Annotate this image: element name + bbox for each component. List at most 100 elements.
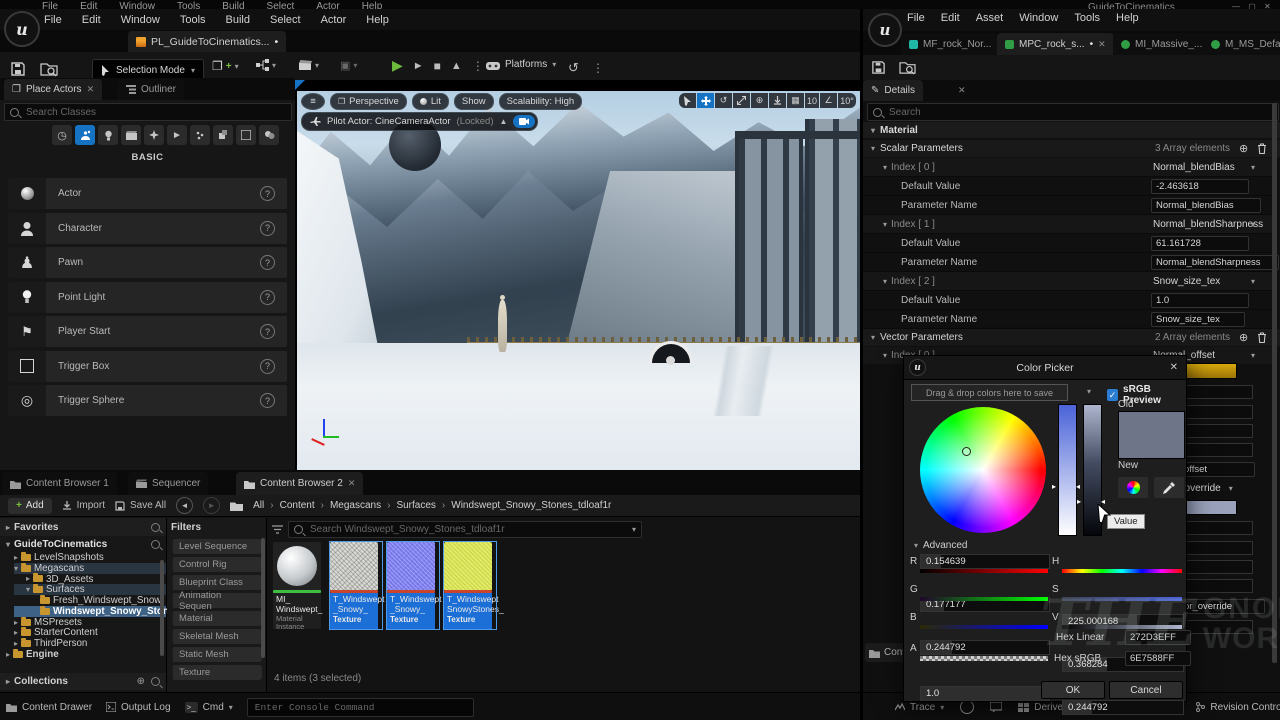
tree-item-levelsnapshots[interactable]: ▸LevelSnapshots: [14, 552, 166, 563]
console-command-input[interactable]: [253, 701, 468, 714]
tab-content-browser-1[interactable]: Content Browser 1: [2, 472, 117, 495]
frame-skip-button[interactable]: ►: [413, 60, 424, 72]
rotation-snap-icon[interactable]: ∠: [820, 93, 837, 108]
category-visual-effects-icon[interactable]: [144, 125, 164, 145]
delete-elements-icon[interactable]: [1257, 143, 1267, 154]
tab-outliner[interactable]: Outliner: [118, 79, 184, 100]
add-button[interactable]: + Add: [8, 498, 52, 514]
place-actor-row-trigger-sphere[interactable]: ◎ Trigger Sphere ?: [8, 385, 287, 416]
ok-button[interactable]: OK: [1041, 681, 1105, 699]
details-search-input[interactable]: [887, 106, 1273, 119]
category-panels-icon[interactable]: [236, 125, 256, 145]
stop-button[interactable]: ■: [434, 59, 441, 73]
asset-tile-texture-normal[interactable]: T_Windswept _Snowy_ Texture: [387, 542, 439, 629]
search-icon[interactable]: [151, 540, 160, 549]
b-gradient-bar[interactable]: [920, 625, 1048, 629]
cmd-dropdown[interactable]: >_ Cmd ▾: [185, 702, 233, 713]
tree-item-thirdperson[interactable]: ▸ThirdPerson: [14, 638, 166, 649]
parameter-dropdown-value[interactable]: Snow_size_tex: [1153, 276, 1220, 287]
play-options-kebab-icon[interactable]: ⋮: [472, 59, 484, 73]
category-recent-icon[interactable]: ◷: [52, 125, 72, 145]
vector-parameters-header[interactable]: ▾ Vector Parameters 2 Array elements ⊕: [863, 329, 1280, 346]
search-icon[interactable]: [151, 523, 160, 532]
hidden-field[interactable]: [1179, 579, 1253, 593]
category-cinematic-icon[interactable]: [121, 125, 141, 145]
menu-window[interactable]: Window: [1019, 12, 1058, 24]
tab-sequencer[interactable]: Sequencer: [128, 472, 208, 495]
close-icon[interactable]: ✕: [958, 85, 966, 96]
hidden-field[interactable]: [1179, 443, 1253, 457]
unreal-logo-icon[interactable]: u: [4, 11, 40, 47]
grid-snap-icon[interactable]: ▦: [787, 93, 804, 108]
add-element-icon[interactable]: ⊕: [1239, 331, 1248, 344]
add-collection-icon[interactable]: ⊕: [137, 676, 145, 687]
close-icon[interactable]: ✕: [1170, 362, 1178, 373]
filter-static-mesh[interactable]: Static Mesh: [171, 647, 262, 662]
tree-item-megascans[interactable]: ▾Megascans: [14, 563, 166, 574]
tree-item-windswept-snowy-stones[interactable]: Windswept_Snowy_Ston: [14, 606, 166, 617]
surface-snap-icon[interactable]: [769, 93, 786, 108]
parameter-name-field[interactable]: Snow_size_tex: [1151, 312, 1245, 327]
a-checker-bar[interactable]: [920, 656, 1048, 661]
default-value-field[interactable]: -2.463618: [1151, 179, 1249, 194]
menu-edit[interactable]: Edit: [82, 14, 101, 26]
place-actor-row-point-light[interactable]: Point Light ?: [8, 282, 287, 313]
category-geometry-icon[interactable]: ►: [167, 125, 187, 145]
menu-actor[interactable]: Actor: [321, 14, 347, 26]
close-icon[interactable]: ✕: [348, 478, 356, 489]
quickadd-dropdown[interactable]: ▣ ▾: [340, 59, 357, 72]
search-classes-box[interactable]: [4, 103, 292, 121]
theme-chevron-icon[interactable]: ▾: [1087, 387, 1091, 396]
parameter-dropdown-value[interactable]: Normal_blendSharpness: [1153, 219, 1263, 230]
parameter-name-field[interactable]: Normal_blendSharpness: [1151, 255, 1279, 270]
menu-help[interactable]: Help: [1116, 12, 1139, 24]
asset-search-box[interactable]: ▾: [288, 521, 642, 538]
console-command-box[interactable]: [247, 698, 474, 717]
bg-window-controls[interactable]: — ▢ ✕: [1232, 2, 1274, 9]
level-tab[interactable]: PL_GuideToCinematics... •: [128, 31, 286, 52]
rotate-tool-icon[interactable]: ↺: [715, 93, 732, 108]
g-gradient-bar[interactable]: [920, 597, 1048, 601]
help-icon[interactable]: ?: [260, 290, 275, 305]
color-wheel-mode-button[interactable]: [1118, 477, 1148, 498]
default-value-field[interactable]: 61.161728: [1151, 236, 1249, 251]
filter-blueprint-class[interactable]: Blueprint Class: [171, 575, 262, 590]
menu-select[interactable]: Select: [270, 14, 301, 26]
slider-handle-right-icon[interactable]: ◂: [1076, 482, 1080, 491]
toolbar-kebab-icon[interactable]: ⋮: [592, 61, 604, 75]
viewport-menu-icon[interactable]: ≡: [301, 93, 325, 110]
s-gradient-bar[interactable]: [1062, 597, 1182, 601]
menu-tools[interactable]: Tools: [180, 14, 206, 26]
content-drawer-button[interactable]: Content Drawer: [6, 702, 92, 713]
rotation-snap-value[interactable]: 10°: [838, 93, 856, 108]
tab-content-browser-2[interactable]: Content Browser 2 ✕: [236, 472, 363, 495]
grid-snap-value[interactable]: 10: [805, 93, 819, 108]
bg-menu-select[interactable]: Select: [267, 1, 295, 9]
help-icon[interactable]: ?: [260, 186, 275, 201]
show-dropdown[interactable]: Show: [454, 93, 494, 110]
back-icon[interactable]: ◄: [176, 497, 193, 514]
advanced-header[interactable]: ▾ Advanced: [914, 540, 968, 551]
place-actor-row-character[interactable]: Character ?: [8, 213, 287, 244]
tree-item-mspresets[interactable]: ▸MSPresets: [14, 617, 166, 628]
menu-file[interactable]: File: [907, 12, 925, 24]
tree-scrollbar[interactable]: [160, 560, 164, 656]
category-basic-icon[interactable]: [75, 125, 95, 145]
expand-icon[interactable]: ▸: [6, 523, 10, 532]
parameter-name-field[interactable]: or_override: [1179, 599, 1265, 614]
delete-elements-icon[interactable]: [1257, 332, 1267, 343]
asset-tile-texture-albedo[interactable]: T_Windswept _Snowy_ Texture: [330, 542, 382, 629]
camera-view-toggle[interactable]: [513, 115, 535, 128]
insights-icon[interactable]: [960, 700, 974, 714]
select-tool-icon[interactable]: [679, 93, 696, 108]
parameter-dropdown-value[interactable]: Normal_blendBias: [1153, 162, 1235, 173]
menu-asset[interactable]: Asset: [976, 12, 1004, 24]
tree-item-3d-assets[interactable]: ▸3D_Assets: [14, 574, 166, 585]
revision-control-dropdown[interactable]: Revision Control ▾: [1196, 702, 1280, 713]
vector-color-swatch-light[interactable]: [1179, 500, 1237, 515]
search-classes-input[interactable]: [24, 106, 286, 119]
asset-tile-texture-mask[interactable]: T_Windswept SnowyStones_ Texture: [444, 542, 496, 629]
tree-item-engine[interactable]: ▸Engine: [0, 649, 166, 660]
hex-linear-field[interactable]: 272D3EFF: [1125, 630, 1191, 645]
menu-build[interactable]: Build: [226, 14, 250, 26]
